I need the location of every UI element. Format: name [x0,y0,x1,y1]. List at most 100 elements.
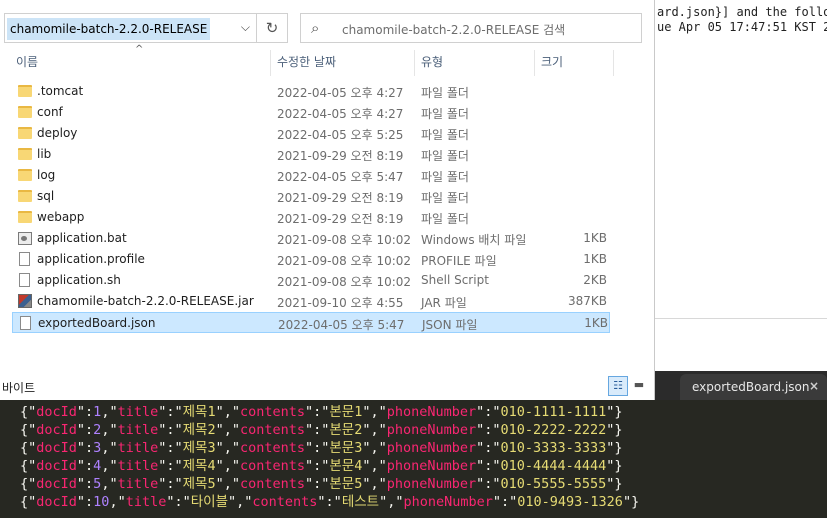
file-row[interactable]: application.bat 2021-09-08 오후 10:02 Window… [12,228,610,249]
json-string: 010-1111-1111 [500,404,607,420]
code-token: ": [76,494,94,510]
code-line: {"docId":4,"title":"제목4","contents":"본문4… [20,457,827,475]
refresh-button[interactable]: ↻ [257,13,288,43]
address-path[interactable]: chamomile-batch-2.2.0-RELEASE [7,18,211,40]
file-name: deploy [37,126,78,140]
column-header-date[interactable]: 수정한 날짜 [277,53,336,77]
json-key: phoneNumber [386,422,477,438]
terminal-line: ue Apr 05 17:47:51 KST 20 [657,20,827,34]
column-separator[interactable] [270,50,271,76]
file-row[interactable]: conf 2022-04-05 오후 4:27 파일 폴더 [12,102,610,123]
file-name: sql [37,189,55,203]
file-row[interactable]: exportedBoard.json 2022-04-05 오후 5:47 JSON… [12,312,610,333]
json-key: docId [36,458,77,474]
code-token: "," [362,404,387,420]
column-header-type[interactable]: 유형 [421,53,443,77]
json-string: 본문4 [329,458,363,474]
batch-file-icon [18,232,32,245]
file-row[interactable]: application.profile 2021-09-08 오후 10:02 PR… [12,249,610,270]
code-token: "," [215,458,240,474]
folder-icon [18,127,32,139]
refresh-icon: ↻ [265,19,279,37]
column-separator[interactable] [534,50,535,76]
json-key: phoneNumber [386,440,477,456]
json-key: title [125,494,167,510]
code-token: {" [20,422,37,438]
code-token: "," [362,476,387,492]
folder-icon [18,85,32,97]
code-token: {" [20,440,37,456]
file-type: 파일 폴더 [421,128,469,142]
file-row[interactable]: lib 2021-09-29 오전 8:19 파일 폴더 [12,144,610,165]
json-string: 본문1 [329,404,363,420]
file-name: application.profile [37,252,145,266]
details-view-icon[interactable]: ☷ [608,376,628,396]
json-string: 제목1 [182,404,216,420]
sort-caret-icon: ^ [135,44,144,55]
json-key: title [117,422,159,438]
file-row[interactable]: log 2022-04-05 오후 5:47 파일 폴더 [12,165,610,186]
code-token: {" [20,404,37,420]
code-token: "," [215,440,240,456]
code-token: ," [101,458,118,474]
code-token: "} [622,494,640,510]
code-line: {"docId":3,"title":"제목3","contents":"본문3… [20,439,827,457]
status-bar: 바이트 [0,375,655,400]
chevron-down-icon[interactable]: ⌵ [241,20,250,35]
json-string: 본문5 [329,476,363,492]
file-icon [19,273,30,287]
close-icon[interactable]: × [809,379,819,393]
code-line: {"docId":2,"title":"제목2","contents":"본문2… [20,421,827,439]
column-header-name[interactable]: 이름 [16,53,38,77]
background-terminal: ard.json}] and the follow ue Apr 05 17:4… [655,0,827,318]
code-token: ," [101,476,118,492]
file-date: 2021-09-29 오전 8:19 [277,149,404,163]
json-key: title [117,404,159,420]
file-row[interactable]: sql 2021-09-29 오전 8:19 파일 폴더 [12,186,610,207]
editor-tab-label[interactable]: exportedBoard.json [692,380,810,394]
file-icon [20,316,31,330]
column-separator[interactable] [414,50,415,76]
code-token: "} [606,476,623,492]
file-type: JSON 파일 [422,318,478,332]
file-row[interactable]: application.sh 2021-09-08 오후 10:02 Shell S… [12,270,610,291]
json-string: 010-2222-2222 [500,422,607,438]
code-token: ": [76,404,94,420]
large-icons-view-icon[interactable]: ▬ [631,376,647,396]
code-token: ": [76,458,94,474]
file-type: 파일 폴더 [421,191,469,205]
json-string: 010-3333-3333 [500,440,607,456]
search-placeholder[interactable]: chamomile-batch-2.2.0-RELEASE 검색 [342,21,565,38]
json-key: phoneNumber [386,404,477,420]
json-string: 본문2 [329,422,363,438]
file-row[interactable]: deploy 2022-04-05 오후 5:25 파일 폴더 [12,123,610,144]
json-key: contents [239,404,305,420]
json-key: contents [239,458,305,474]
code-token: ":" [492,494,518,510]
column-separator[interactable] [613,50,614,76]
code-token: "} [606,458,623,474]
file-name: log [37,168,56,182]
file-row[interactable]: .tomcat 2022-04-05 오후 4:27 파일 폴더 [12,81,610,102]
file-row[interactable]: webapp 2021-09-29 오전 8:19 파일 폴더 [12,207,610,228]
json-string: 본문3 [329,440,363,456]
editor-tab[interactable]: exportedBoard.json × [680,374,827,400]
file-name: application.sh [37,273,121,287]
file-type: 파일 폴더 [421,212,469,226]
file-row[interactable]: chamomile-batch-2.2.0-RELEASE.jar 2021-09… [12,291,610,312]
code-token: {" [20,494,37,510]
folder-icon [18,148,32,160]
file-date: 2022-04-05 오후 4:27 [277,86,404,100]
code-token: "," [362,440,387,456]
code-editor[interactable]: {"docId":1,"title":"제목1","contents":"본문1… [0,400,827,518]
search-box[interactable]: ⌕ chamomile-batch-2.2.0-RELEASE 검색 [300,13,642,43]
file-date: 2021-09-10 오후 4:55 [277,296,404,310]
code-token: ":" [476,458,501,474]
code-token: ": [76,422,94,438]
code-token: "} [606,422,623,438]
column-header-size[interactable]: 크기 [541,53,563,77]
file-date: 2022-04-05 오후 5:47 [278,318,405,332]
file-name: conf [37,105,63,119]
address-bar[interactable]: chamomile-batch-2.2.0-RELEASE ⌵ [4,13,257,43]
json-key: docId [36,440,77,456]
